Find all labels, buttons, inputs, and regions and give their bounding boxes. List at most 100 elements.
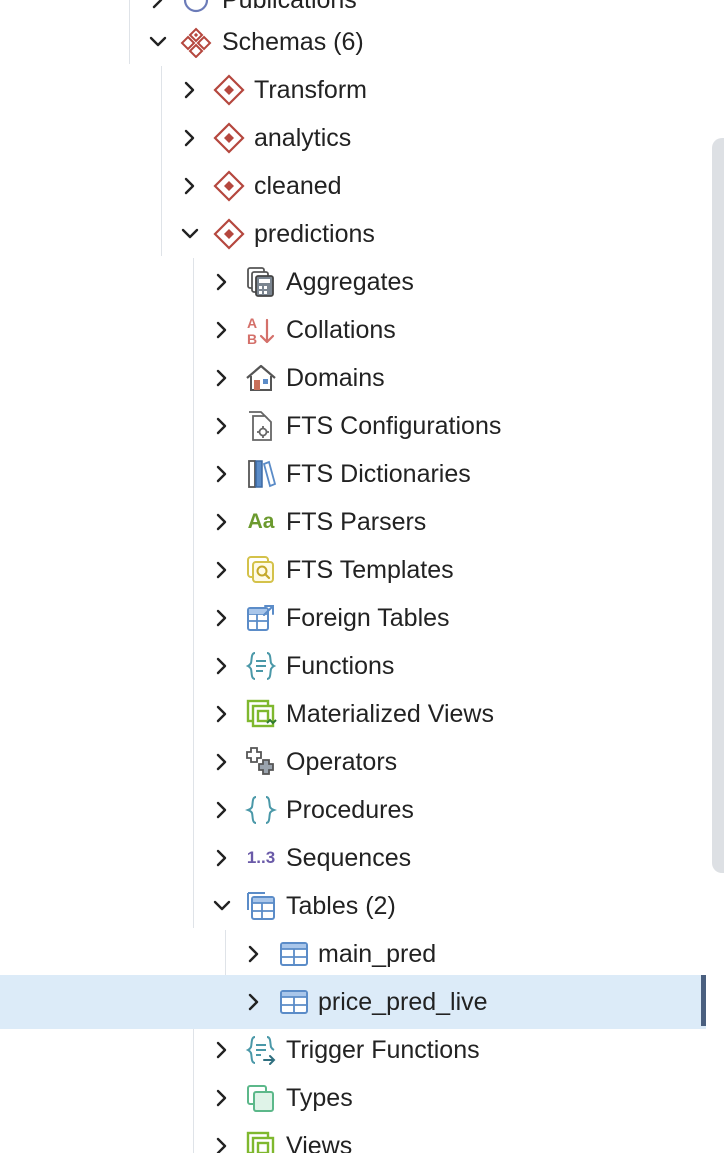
tables-icon — [245, 890, 277, 922]
table-icon — [278, 938, 310, 970]
chevron-right-icon[interactable] — [212, 416, 232, 436]
tree-node-trigger-functions[interactable]: Trigger Functions — [0, 1026, 706, 1074]
schemas-label: Schemas — [222, 28, 327, 56]
tree-node-views[interactable]: Views — [0, 1122, 706, 1153]
views-icon — [245, 1130, 277, 1153]
tree-node-label: analytics — [254, 124, 352, 152]
fts-parsers-icon: Aa — [247, 510, 275, 533]
tree-node-label: Publications — [222, 0, 357, 14]
tree-node-table-main-pred[interactable]: main_pred — [0, 930, 706, 978]
tree-node-materialized-views[interactable]: Materialized Views — [0, 690, 706, 738]
chevron-down-icon[interactable] — [148, 32, 168, 52]
tree-node-sequences[interactable]: 1..3 Sequences — [0, 834, 706, 882]
tree-node-label: FTS Templates — [286, 556, 454, 584]
tree-node-label: Operators — [286, 748, 398, 776]
chevron-right-icon[interactable] — [212, 272, 232, 292]
chevron-right-icon[interactable] — [212, 1040, 232, 1060]
chevron-right-icon[interactable] — [148, 0, 168, 10]
chevron-right-icon[interactable] — [212, 320, 232, 340]
tree-node-label: price_pred_live — [318, 988, 488, 1016]
tree-node-label: Tables (2) — [286, 892, 396, 920]
chevron-right-icon[interactable] — [212, 704, 232, 724]
tree-node-schema-cleaned[interactable]: cleaned — [0, 162, 706, 210]
aggregates-icon — [245, 266, 277, 298]
chevron-right-icon[interactable] — [180, 128, 200, 148]
schemas-icon — [180, 26, 212, 58]
trigger-functions-icon — [245, 1034, 277, 1066]
tree-node-domains[interactable]: Domains — [0, 354, 706, 402]
chevron-right-icon[interactable] — [244, 944, 264, 964]
tree-node-label: Materialized Views — [286, 700, 494, 728]
tree-node-fts-parsers[interactable]: Aa FTS Parsers — [0, 498, 706, 546]
chevron-down-icon[interactable] — [212, 896, 232, 916]
tree-node-table-price-pred-live[interactable]: price_pred_live — [0, 975, 706, 1029]
tree-node-label: Functions — [286, 652, 395, 680]
chevron-right-icon[interactable] — [212, 608, 232, 628]
chevron-right-icon[interactable] — [212, 560, 232, 580]
tree-node-label: Views — [286, 1132, 353, 1153]
chevron-down-icon[interactable] — [180, 224, 200, 244]
chevron-right-icon[interactable] — [212, 464, 232, 484]
chevron-right-icon[interactable] — [180, 80, 200, 100]
tree-node-label: Aggregates — [286, 268, 414, 296]
functions-icon — [245, 650, 277, 682]
chevron-right-icon[interactable] — [212, 368, 232, 388]
collations-sort-icon: A B — [245, 314, 277, 346]
procedures-icon — [245, 794, 277, 826]
tree-node-label: predictions — [254, 220, 375, 248]
tree-node-label: FTS Dictionaries — [286, 460, 471, 488]
tree-node-label: Types — [286, 1084, 353, 1112]
tree-node-collations[interactable]: A B Collations — [0, 306, 706, 354]
tree-node-tables[interactable]: Tables (2) — [0, 882, 706, 930]
tree-node-schemas[interactable]: Schemas (6) — [0, 18, 706, 66]
chevron-right-icon[interactable] — [180, 176, 200, 196]
tree-node-label: FTS Parsers — [286, 508, 427, 536]
tree-node-label: Procedures — [286, 796, 414, 824]
tree-node-foreign-tables[interactable]: Foreign Tables — [0, 594, 706, 642]
tree-node-label: Collations — [286, 316, 396, 344]
chevron-right-icon[interactable] — [212, 512, 232, 532]
tree-node-schema-analytics[interactable]: analytics — [0, 114, 706, 162]
chevron-right-icon[interactable] — [212, 800, 232, 820]
foreign-tables-icon — [245, 602, 277, 634]
tree-node-fts-configurations[interactable]: FTS Configurations — [0, 402, 706, 450]
schemas-count: (6) — [333, 28, 364, 56]
chevron-right-icon[interactable] — [212, 1088, 232, 1108]
tree-node-label: Trigger Functions — [286, 1036, 480, 1064]
table-icon — [278, 986, 310, 1018]
materialized-views-icon — [245, 698, 277, 730]
chevron-right-icon[interactable] — [244, 992, 264, 1012]
schema-icon — [213, 122, 245, 154]
tree-node-fts-dictionaries[interactable]: FTS Dictionaries — [0, 450, 706, 498]
tree-node-types[interactable]: Types — [0, 1074, 706, 1122]
tables-count: (2) — [365, 892, 396, 920]
types-icon — [245, 1082, 277, 1114]
scrollbar-thumb[interactable] — [712, 138, 724, 873]
tables-label: Tables — [286, 892, 359, 920]
svg-text:A: A — [247, 315, 257, 331]
chevron-right-icon[interactable] — [212, 752, 232, 772]
tree-node-label: Domains — [286, 364, 385, 392]
chevron-right-icon[interactable] — [212, 848, 232, 868]
fts-configuration-icon — [245, 410, 277, 442]
schema-icon — [213, 218, 245, 250]
chevron-right-icon[interactable] — [212, 1136, 232, 1153]
tree-node-fts-templates[interactable]: FTS Templates — [0, 546, 706, 594]
tree-node-procedures[interactable]: Procedures — [0, 786, 706, 834]
tree-node-operators[interactable]: Operators — [0, 738, 706, 786]
tree-node-schema-transform[interactable]: Transform — [0, 66, 706, 114]
svg-text:B: B — [247, 331, 257, 346]
tree-node-label: FTS Configurations — [286, 412, 502, 440]
chevron-right-icon[interactable] — [212, 656, 232, 676]
tree-node-label: Sequences — [286, 844, 412, 872]
tree-node-functions[interactable]: Functions — [0, 642, 706, 690]
fts-templates-icon — [245, 554, 277, 586]
tree-node-schema-predictions[interactable]: predictions — [0, 210, 706, 258]
object-explorer-tree: Publications Schemas (6) Transform analy… — [0, 0, 706, 1153]
tree-node-aggregates[interactable]: Aggregates — [0, 258, 706, 306]
tree-node-label: Foreign Tables — [286, 604, 450, 632]
fts-dictionaries-books-icon — [245, 458, 277, 490]
domains-house-icon — [245, 362, 277, 394]
tree-node-label: cleaned — [254, 172, 342, 200]
schema-icon — [213, 170, 245, 202]
